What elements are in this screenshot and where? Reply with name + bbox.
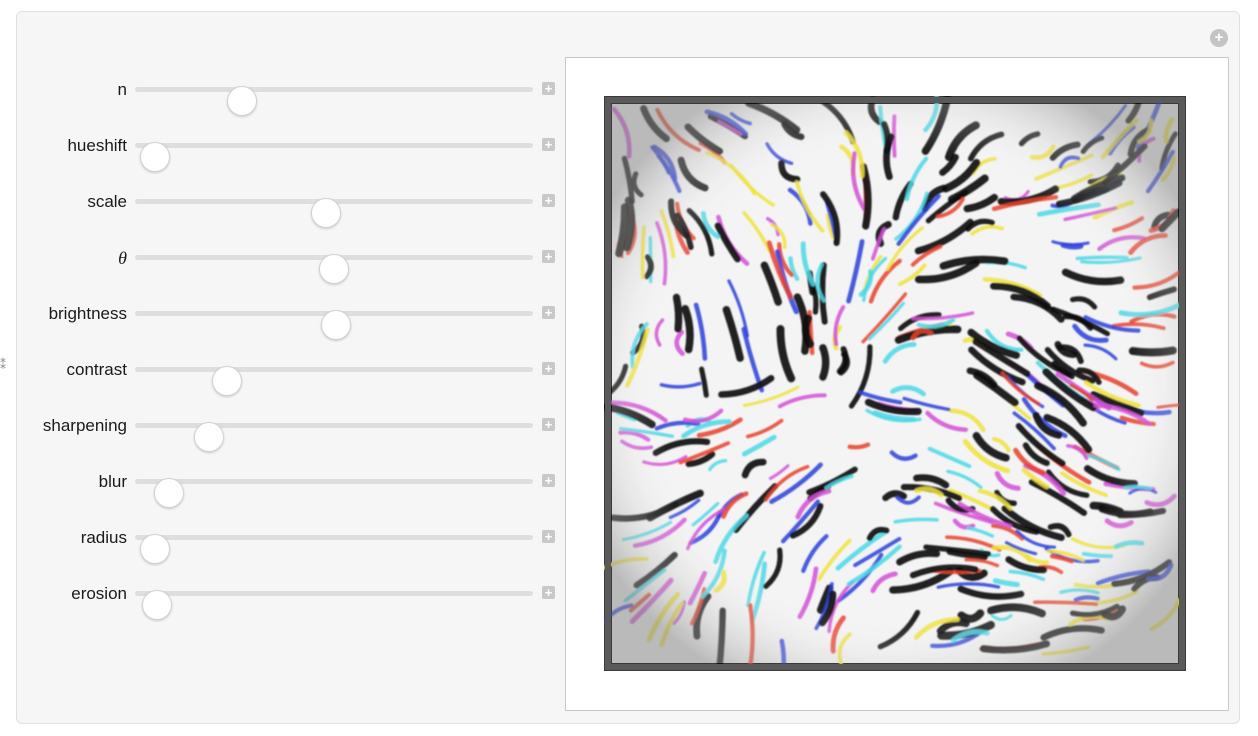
control-label-blur: blur	[98, 472, 127, 491]
control-label-radius: radius	[80, 528, 127, 547]
control-label-erosion: erosion	[71, 584, 127, 603]
control-label-brightness: brightness	[48, 304, 127, 323]
slider-thumb-scale[interactable]	[311, 198, 342, 228]
slider-track-scale[interactable]	[135, 198, 533, 228]
slider-thumb-contrast[interactable]	[211, 366, 242, 396]
control-label-scale: scale	[87, 192, 127, 211]
control-row-radius: radius +	[0, 523, 560, 564]
slider-thumb-radius[interactable]	[139, 534, 170, 564]
slider-thumb-hueshift[interactable]	[139, 142, 170, 172]
slider-track-contrast[interactable]	[135, 366, 533, 396]
expand-plus-icon-blur[interactable]: +	[542, 474, 555, 487]
control-row-erosion: erosion +	[0, 579, 560, 620]
control-row-scale: scale +	[0, 187, 560, 228]
expand-plus-icon-scale[interactable]: +	[542, 194, 555, 207]
control-row-contrast: contrast +	[0, 355, 560, 396]
plus-circle-icon[interactable]: +	[1210, 29, 1228, 47]
expand-plus-icon-brightness[interactable]: +	[542, 306, 555, 319]
slider-track-n[interactable]	[135, 86, 533, 116]
slider-track-brightness[interactable]	[135, 310, 533, 340]
control-label-hueshift: hueshift	[67, 136, 127, 155]
expand-plus-icon-sharpening[interactable]: +	[542, 418, 555, 431]
control-row-hueshift: hueshift +	[0, 131, 560, 172]
control-label-contrast: contrast	[66, 360, 127, 379]
slider-track-theta[interactable]	[135, 254, 533, 284]
slider-thumb-n[interactable]	[227, 86, 258, 116]
control-row-theta: θ +	[0, 243, 560, 284]
slider-thumb-theta[interactable]	[319, 254, 349, 284]
output-image	[604, 96, 1186, 671]
slider-thumb-sharpening[interactable]	[193, 422, 224, 452]
slider-track-blur[interactable]	[135, 478, 533, 508]
expand-plus-icon-erosion[interactable]: +	[542, 586, 555, 599]
expand-plus-icon-radius[interactable]: +	[542, 530, 555, 543]
slider-track-erosion[interactable]	[135, 590, 533, 620]
control-label-n: n	[117, 80, 127, 99]
expand-plus-icon-contrast[interactable]: +	[542, 362, 555, 375]
slider-thumb-brightness[interactable]	[320, 310, 351, 340]
slider-thumb-erosion[interactable]	[141, 590, 172, 620]
slider-track-hueshift[interactable]	[135, 142, 533, 172]
expand-plus-icon-hueshift[interactable]: +	[542, 138, 555, 151]
slider-thumb-blur[interactable]	[153, 478, 184, 508]
control-label-sharpening: sharpening	[42, 416, 127, 435]
control-label-theta: θ	[118, 248, 127, 268]
expand-plus-icon-theta[interactable]: +	[542, 250, 555, 263]
slider-track-radius[interactable]	[135, 534, 533, 564]
controls-area: n + hueshift + scale + θ + brightness + contrast + s…	[0, 0, 560, 736]
control-row-n: n +	[0, 75, 560, 116]
control-row-sharpening: sharpening +	[0, 411, 560, 452]
control-row-blur: blur +	[0, 467, 560, 508]
expand-plus-icon-n[interactable]: +	[542, 82, 555, 95]
control-row-brightness: brightness +	[0, 299, 560, 340]
slider-track-sharpening[interactable]	[135, 422, 533, 452]
